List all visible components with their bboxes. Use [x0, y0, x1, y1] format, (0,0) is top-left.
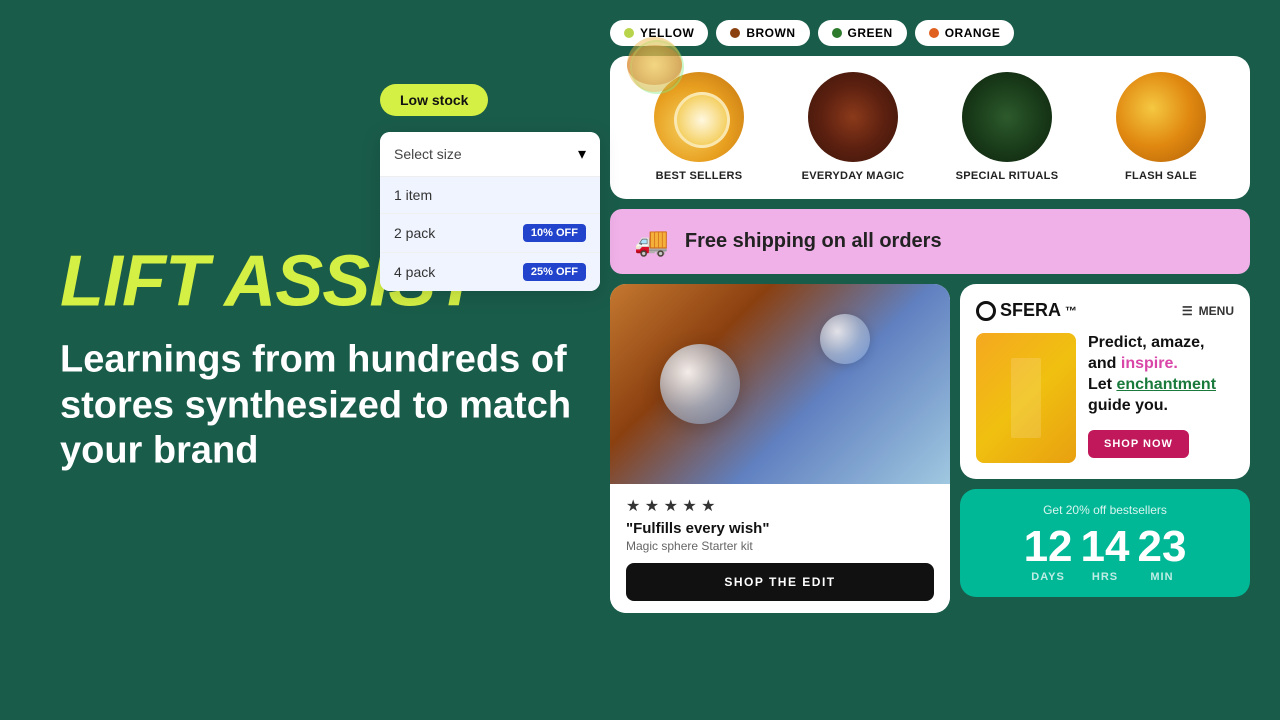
- category-special-rituals[interactable]: SPECIAL RITUALS: [934, 72, 1080, 183]
- timer-hrs: 14 HRS: [1081, 525, 1130, 583]
- days-value: 12: [1024, 525, 1073, 569]
- sfera-text-content: Predict, amaze, and inspire. Let enchant…: [1088, 333, 1234, 458]
- shipping-banner: 🚚 Free shipping on all orders: [610, 209, 1250, 274]
- size-placeholder: Select size: [394, 146, 462, 162]
- sfera-headline-pink: inspire.: [1121, 355, 1178, 372]
- category-flash-sale[interactable]: FLASH SALE: [1088, 72, 1234, 183]
- star-rating: ★ ★ ★ ★ ★: [626, 496, 934, 516]
- product-name: Magic sphere Starter kit: [626, 539, 934, 553]
- days-label: DAYS: [1031, 571, 1065, 583]
- color-chip-green[interactable]: GREEN: [818, 20, 907, 46]
- size-option-1item[interactable]: 1 item: [380, 177, 600, 214]
- category-everyday-magic[interactable]: EVERYDAY MAGIC: [780, 72, 926, 183]
- product-card-wrapper: Low stock Select size ▾ 1 item 2 pack 10…: [610, 284, 950, 613]
- sfera-menu-button[interactable]: ☰ MENU: [1182, 304, 1234, 318]
- sfera-body: Predict, amaze, and inspire. Let enchant…: [976, 333, 1234, 463]
- everyday-magic-image: [808, 72, 898, 162]
- color-variant-selector: YELLOW BROWN GREEN ORANGE: [610, 20, 1250, 46]
- tagline: Learnings from hundreds of stores synthe…: [60, 338, 580, 475]
- truck-icon: 🚚: [634, 225, 669, 258]
- yellow-dot: [624, 28, 634, 38]
- bottom-right-col: SFERA ™ ☰ MENU Predict, amaze, and inspir…: [960, 284, 1250, 613]
- sfera-logo-text: SFERA: [1000, 300, 1061, 321]
- category-panel: BEST SELLERS EVERYDAY MAGIC SPECIAL RITU…: [610, 56, 1250, 199]
- color-chip-brown[interactable]: BROWN: [716, 20, 809, 46]
- sfera-product-image: [976, 333, 1076, 463]
- timer-days: 12 DAYS: [1024, 525, 1073, 583]
- hrs-label: HRS: [1092, 571, 1118, 583]
- bottom-row: Low stock Select size ▾ 1 item 2 pack 10…: [610, 284, 1250, 613]
- sfera-menu-label: MENU: [1199, 304, 1234, 318]
- size-selector-area: Low stock Select size ▾ 1 item 2 pack 10…: [380, 84, 600, 291]
- shipping-text: Free shipping on all orders: [685, 230, 942, 253]
- sfera-headline: Predict, amaze, and inspire. Let enchant…: [1088, 333, 1234, 416]
- glass-sphere-small: [820, 314, 870, 364]
- product-info: ★ ★ ★ ★ ★ "Fulfills every wish" Magic sp…: [610, 484, 950, 613]
- product-quote: "Fulfills every wish": [626, 520, 934, 537]
- low-stock-badge: Low stock: [380, 84, 488, 116]
- flash-sale-image: [1116, 72, 1206, 162]
- countdown-timer: 12 DAYS 14 HRS 23 MIN: [976, 525, 1234, 583]
- hrs-value: 14: [1081, 525, 1130, 569]
- right-panel: YELLOW BROWN GREEN ORANGE BEST SELLERS E…: [610, 20, 1250, 613]
- flash-sale-label: FLASH SALE: [1125, 170, 1197, 183]
- sfera-headline-green: enchantment: [1116, 376, 1216, 393]
- color-chip-orange[interactable]: ORANGE: [915, 20, 1015, 46]
- countdown-card: Get 20% off bestsellers 12 DAYS 14 HRS 2…: [960, 489, 1250, 597]
- product-card: ★ ★ ★ ★ ★ "Fulfills every wish" Magic sp…: [610, 284, 950, 613]
- countdown-label: Get 20% off bestsellers: [976, 503, 1234, 517]
- sfera-header: SFERA ™ ☰ MENU: [976, 300, 1234, 321]
- brown-dot: [730, 28, 740, 38]
- special-rituals-label: SPECIAL RITUALS: [956, 170, 1059, 183]
- size-dropdown-header[interactable]: Select size ▾: [380, 132, 600, 177]
- shop-the-edit-button[interactable]: SHOP THE EDIT: [626, 563, 934, 601]
- sfera-shop-now-button[interactable]: SHOP NOW: [1088, 430, 1189, 458]
- discount-10-badge: 10% OFF: [523, 224, 586, 242]
- sfera-headline-normal3: guide you.: [1088, 397, 1168, 414]
- chevron-down-icon: ▾: [578, 144, 586, 164]
- size-option-4pack[interactable]: 4 pack 25% OFF: [380, 253, 600, 291]
- sfera-circle-icon: [976, 301, 996, 321]
- orange-label: ORANGE: [945, 26, 1001, 40]
- timer-min: 23 MIN: [1137, 525, 1186, 583]
- menu-icon: ☰: [1182, 304, 1193, 318]
- size-4pack-label: 4 pack: [394, 264, 435, 280]
- size-option-2pack[interactable]: 2 pack 10% OFF: [380, 214, 600, 253]
- glass-sphere-large: [660, 344, 740, 424]
- green-dot: [832, 28, 842, 38]
- size-2pack-label: 2 pack: [394, 225, 435, 241]
- orange-dot: [929, 28, 939, 38]
- sfera-trademark: ™: [1065, 304, 1077, 318]
- product-image-area: [610, 284, 950, 484]
- green-label: GREEN: [848, 26, 893, 40]
- sfera-card: SFERA ™ ☰ MENU Predict, amaze, and inspir…: [960, 284, 1250, 479]
- special-rituals-image: [962, 72, 1052, 162]
- sfera-logo: SFERA ™: [976, 300, 1077, 321]
- size-dropdown[interactable]: Select size ▾ 1 item 2 pack 10% OFF 4 pa…: [380, 132, 600, 291]
- size-1item-label: 1 item: [394, 187, 432, 203]
- brown-label: BROWN: [746, 26, 795, 40]
- min-label: MIN: [1150, 571, 1173, 583]
- discount-25-badge: 25% OFF: [523, 263, 586, 281]
- sfera-headline-normal2: Let: [1088, 376, 1116, 393]
- min-value: 23: [1137, 525, 1186, 569]
- best-sellers-label: BEST SELLERS: [656, 170, 743, 183]
- everyday-magic-label: EVERYDAY MAGIC: [802, 170, 905, 183]
